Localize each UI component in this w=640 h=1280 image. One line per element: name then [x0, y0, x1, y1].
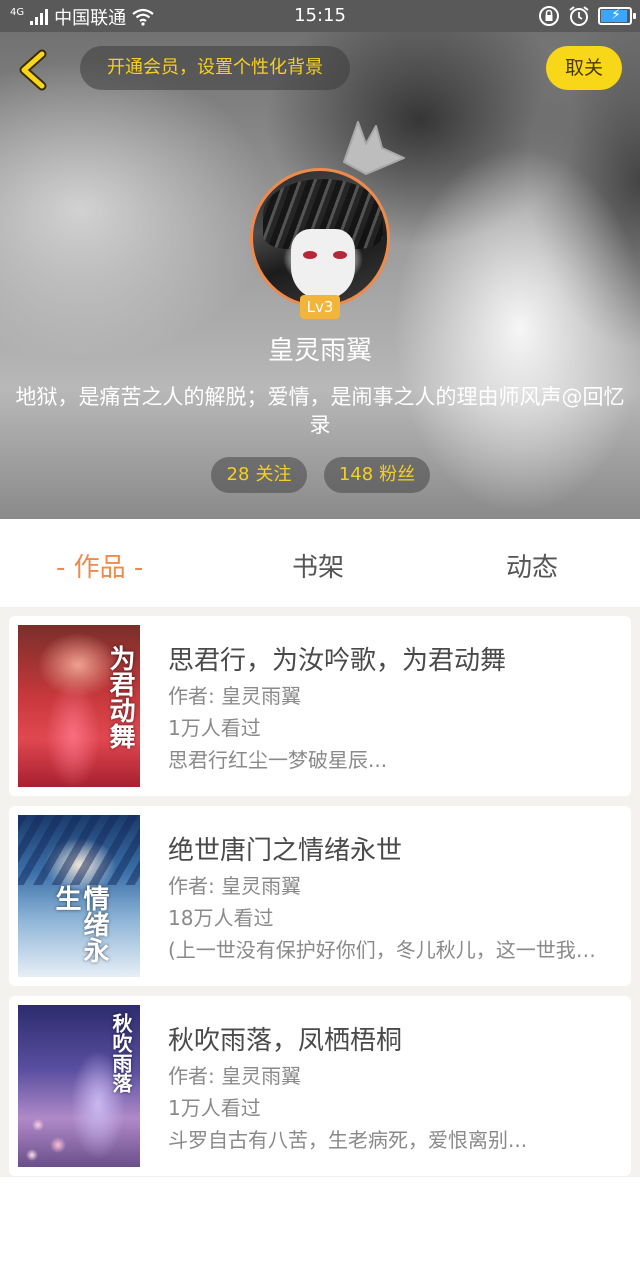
book-cover: 为君动舞 [18, 625, 140, 787]
book-title: 绝世唐门之情绪永世 [168, 836, 403, 866]
profile-tabs: - 作品 - 书架 动态 [0, 519, 640, 607]
fans-count-button[interactable]: 148 粉丝 [324, 457, 430, 493]
battery-icon: ⚡ [598, 7, 636, 25]
following-count-button[interactable]: 28 关注 [211, 457, 307, 493]
book-author: 作者: 皇灵雨翼 [168, 1064, 302, 1088]
alarm-icon [569, 6, 589, 26]
tab-bookshelf[interactable]: 书架 [292, 547, 344, 584]
book-views: 18万人看过 [168, 906, 274, 930]
book-cover-title: 情绪永生 [51, 885, 109, 963]
vip-background-button[interactable]: 开通会员，设置个性化背景 [80, 46, 350, 90]
unfollow-button[interactable]: 取关 [546, 46, 622, 90]
tab-works-label: 作品 [73, 553, 126, 583]
book-card[interactable]: 为君动舞 思君行，为汝吟歌，为君动舞 作者: 皇灵雨翼 1万人看过 思君行红尘一… [9, 616, 631, 796]
book-cover: 秋吹雨落 [18, 1005, 140, 1167]
tab-works-dash-left: - [56, 553, 74, 583]
user-bio: 地狱，是痛苦之人的解脱；爱情，是闹事之人的理由师风声@回忆录 [15, 385, 625, 437]
status-right: ⚡ [538, 5, 636, 27]
book-title: 思君行，为汝吟歌，为君动舞 [168, 646, 507, 676]
book-cover-title: 秋吹雨落 [109, 1013, 133, 1093]
book-description: 思君行红尘一梦破星辰... [168, 748, 388, 772]
following-count: 28 [226, 464, 250, 485]
book-author: 作者: 皇灵雨翼 [168, 874, 302, 898]
tab-activity[interactable]: 动态 [506, 547, 558, 584]
fans-label: 粉丝 [379, 464, 416, 485]
level-badge: Lv3 [300, 295, 340, 319]
book-list: 为君动舞 思君行，为汝吟歌，为君动舞 作者: 皇灵雨翼 1万人看过 思君行红尘一… [0, 607, 640, 1177]
book-author: 作者: 皇灵雨翼 [168, 684, 302, 708]
book-cover-title: 为君动舞 [105, 645, 135, 749]
book-description: 斗罗自古有八苦，生老病死，爱恨离别... [168, 1128, 528, 1152]
book-views: 1万人看过 [168, 716, 261, 740]
book-title: 秋吹雨落，凤栖梧桐 [168, 1026, 403, 1056]
status-bar: 4G 中国联通 15:15 ⚡ [0, 0, 640, 32]
book-description: (上一世没有保护好你们，冬儿秋儿，这一世我会保护好你们 [168, 938, 608, 962]
book-card[interactable]: 情绪永生 绝世唐门之情绪永世 作者: 皇灵雨翼 18万人看过 (上一世没有保护好… [9, 806, 631, 986]
fans-count: 148 [338, 464, 374, 485]
book-views: 1万人看过 [168, 1096, 261, 1120]
book-card[interactable]: 秋吹雨落 秋吹雨落，凤栖梧桐 作者: 皇灵雨翼 1万人看过 斗罗自古有八苦，生老… [9, 996, 631, 1176]
avatar[interactable] [250, 168, 390, 308]
tab-works-dash-right: - [125, 553, 144, 583]
back-arrow-icon[interactable] [14, 48, 54, 92]
following-label: 关注 [255, 464, 292, 485]
username: 皇灵雨翼 [267, 336, 372, 366]
rotation-lock-icon [539, 6, 559, 26]
book-cover: 情绪永生 [18, 815, 140, 977]
tab-works[interactable]: - 作品 - [56, 547, 143, 584]
